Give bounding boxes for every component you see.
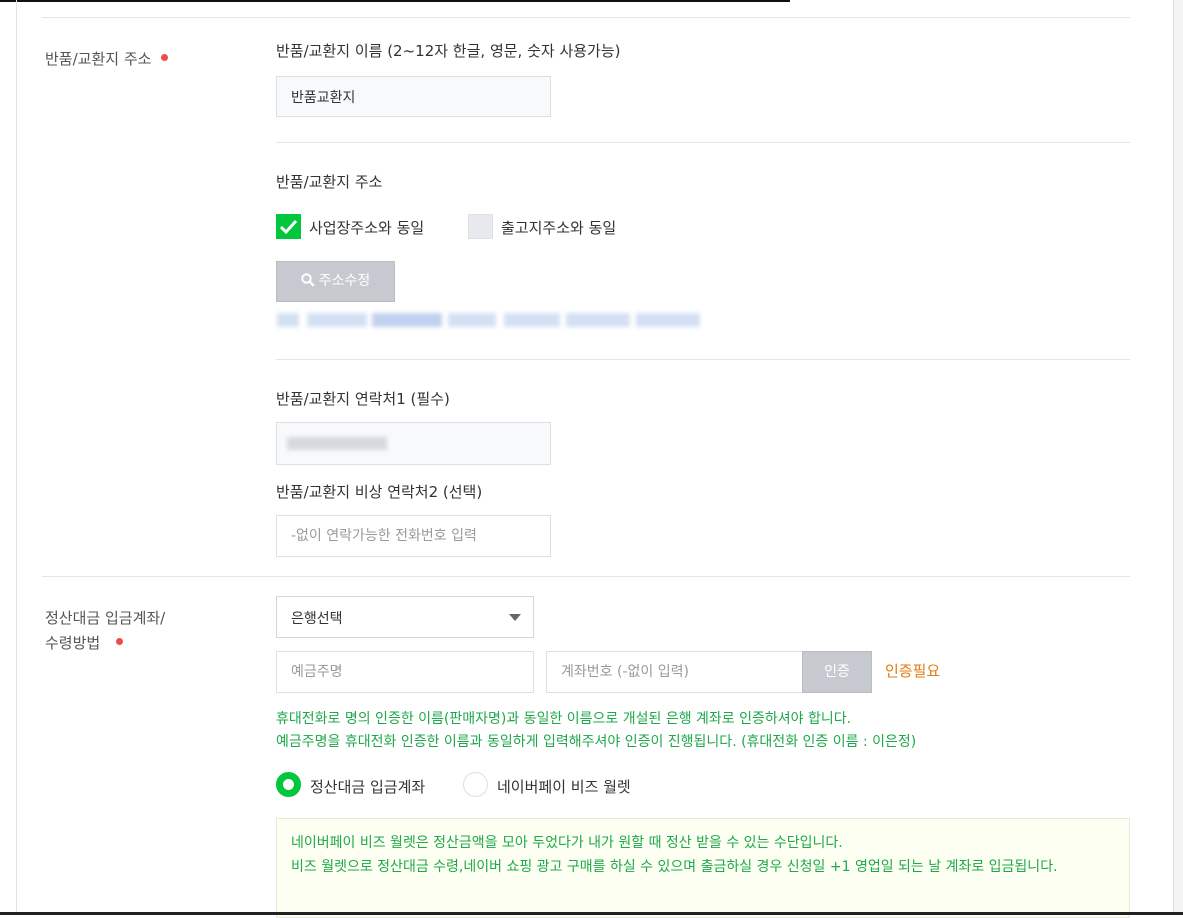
- divider: [42, 576, 1130, 577]
- same-as-shipping-checkbox[interactable]: [468, 214, 493, 239]
- redacted-phone-text: [287, 437, 387, 450]
- divider: [276, 359, 1130, 360]
- checkmark-icon: [279, 219, 298, 235]
- notice-line1: 네이버페이 비즈 월렛은 정산금액을 모아 두었다가 내가 원할 때 정산 받을…: [291, 835, 843, 851]
- divider: [42, 17, 1130, 18]
- return-address-title: 반품/교환지 주소: [276, 173, 383, 191]
- notice-line2: 비즈 월렛으로 정산대금 수령,네이버 쇼핑 광고 구매를 하실 수 있으며 출…: [291, 859, 1058, 875]
- settlement-section-label-line1: 정산대금 입금계좌/: [45, 609, 166, 627]
- settlement-section-label-line2: 수령방법: [45, 632, 124, 653]
- same-as-business-label[interactable]: 사업장주소와 동일: [309, 217, 424, 238]
- left-border: [16, 0, 17, 915]
- section-label-text: 반품/교환지 주소: [45, 50, 152, 68]
- same-as-shipping-label[interactable]: 출고지주소와 동일: [501, 217, 616, 238]
- top-edge: [0, 0, 790, 2]
- contact1-title: 반품/교환지 연락처1 (필수): [276, 390, 450, 408]
- radio-settlement-account[interactable]: [276, 772, 301, 797]
- biz-wallet-notice: 네이버페이 비즈 월렛은 정산금액을 모아 두었다가 내가 원할 때 정산 받을…: [276, 818, 1130, 918]
- contact2-input[interactable]: [276, 515, 551, 557]
- bank-select-value: 은행선택: [291, 611, 343, 627]
- contact1-input[interactable]: [276, 422, 551, 465]
- verify-button[interactable]: 인증: [802, 651, 872, 693]
- chevron-down-icon: [509, 614, 521, 621]
- verify-status: 인증필요: [885, 662, 941, 680]
- radio-settlement-account-label[interactable]: 정산대금 입금계좌: [310, 776, 425, 797]
- contact2-title: 반품/교환지 비상 연락처2 (선택): [276, 483, 483, 501]
- right-scrollbar-track[interactable]: [1173, 0, 1183, 915]
- divider: [276, 142, 1130, 143]
- return-name-input[interactable]: [276, 76, 551, 117]
- radio-naverpay-wallet[interactable]: [463, 772, 488, 797]
- return-address-section-label: 반품/교환지 주소: [45, 48, 169, 69]
- return-name-title: 반품/교환지 이름 (2~12자 한글, 영문, 숫자 사용가능): [276, 42, 621, 60]
- same-as-business-checkbox[interactable]: [276, 214, 301, 239]
- required-dot-icon: [116, 638, 124, 645]
- account-number-input[interactable]: [546, 651, 803, 693]
- help-text-line2: 예금주명을 휴대전화 인증한 이름과 동일하게 입력해주셔야 인증이 진행됩니다…: [276, 734, 917, 750]
- bank-select[interactable]: 은행선택: [276, 596, 534, 638]
- search-icon: [301, 273, 315, 287]
- section-label-text: 수령방법: [45, 634, 101, 652]
- help-text-line1: 휴대전화로 명의 인증한 이름(판매자명)과 동일한 이름으로 개설된 은행 계…: [276, 711, 852, 727]
- edit-address-button-label: 주소수정: [318, 273, 371, 289]
- edit-address-button[interactable]: 주소수정: [276, 261, 395, 302]
- required-dot-icon: [161, 54, 169, 61]
- account-holder-input[interactable]: [276, 651, 534, 693]
- radio-naverpay-wallet-label[interactable]: 네이버페이 비즈 월렛: [497, 776, 631, 797]
